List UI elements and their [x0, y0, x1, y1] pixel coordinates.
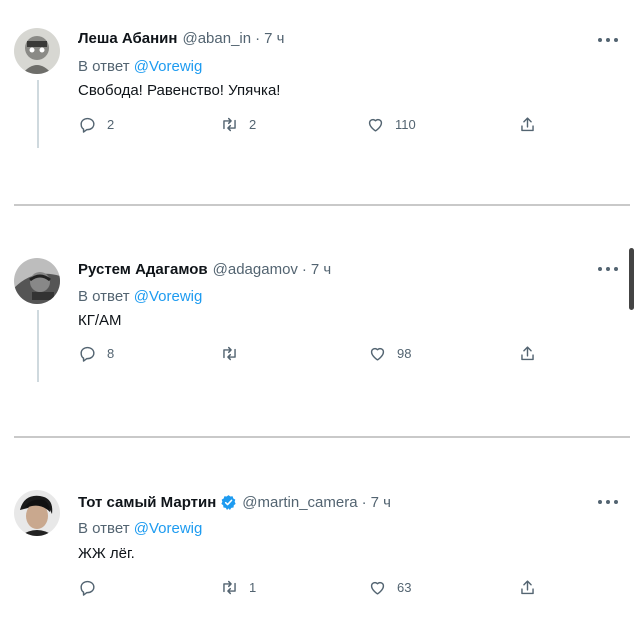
- separator-dot: ·: [361, 494, 367, 511]
- thread-line: [37, 310, 39, 382]
- tweet-text: КГ/АМ: [78, 312, 122, 329]
- reply-count: 8: [107, 346, 115, 361]
- retweet-button[interactable]: 2: [220, 115, 256, 134]
- tweet-actions: 8 98: [78, 344, 548, 364]
- tweet-header: Тот самый Мартин @martin_camera · 7 ч: [78, 494, 391, 511]
- tweet-3[interactable]: Тот самый Мартин @martin_camera · 7 ч В …: [0, 440, 640, 624]
- reply-context: В ответ @Vorewig: [78, 520, 202, 537]
- avatar[interactable]: [14, 28, 60, 74]
- retweet-icon: [223, 346, 236, 361]
- tweet-header: Рустем Адагамов @adagamov · 7 ч: [78, 261, 331, 278]
- share-button[interactable]: [518, 578, 537, 597]
- reply-button[interactable]: [78, 578, 107, 597]
- separator-dot: ·: [255, 30, 261, 47]
- tweet-divider: [14, 204, 630, 206]
- reply-prefix: В ответ: [78, 58, 130, 75]
- reply-context: В ответ @Vorewig: [78, 288, 202, 305]
- avatar[interactable]: [14, 258, 60, 304]
- reply-prefix: В ответ: [78, 520, 130, 537]
- heart-icon: [370, 347, 385, 361]
- reply-icon: [80, 117, 95, 133]
- tweet-text: Свобода! Равенство! Упячка!: [78, 82, 281, 99]
- share-icon: [521, 580, 534, 595]
- reply-count: 2: [107, 117, 115, 132]
- tweet-divider: [14, 436, 630, 438]
- more-icon[interactable]: [598, 35, 618, 45]
- scrollbar-thumb[interactable]: [629, 248, 634, 310]
- reply-context: В ответ @Vorewig: [78, 58, 202, 75]
- reply-mention-link[interactable]: @Vorewig: [134, 288, 203, 305]
- author-name[interactable]: Рустем Адагамов: [78, 261, 208, 278]
- timestamp[interactable]: 7 ч: [311, 261, 331, 278]
- avatar-image: [14, 490, 60, 536]
- author-handle[interactable]: @martin_camera: [242, 494, 357, 511]
- timestamp[interactable]: 7 ч: [264, 30, 284, 47]
- reply-button[interactable]: 8: [78, 344, 114, 363]
- reply-button[interactable]: 2: [78, 115, 114, 134]
- retweet-count: 2: [249, 117, 257, 132]
- author-name[interactable]: Тот самый Мартин: [78, 494, 216, 511]
- author-handle[interactable]: @aban_in: [182, 30, 251, 47]
- reply-icon: [80, 580, 95, 596]
- reply-prefix: В ответ: [78, 288, 130, 305]
- share-button[interactable]: [518, 344, 537, 363]
- like-count: 98: [397, 346, 412, 361]
- avatar-image: [14, 258, 60, 304]
- tweet-text: ЖЖ лёг.: [78, 545, 135, 562]
- reply-mention-link[interactable]: @Vorewig: [134, 58, 203, 75]
- tweet-actions: 1 63: [78, 578, 548, 598]
- retweet-button[interactable]: 1: [220, 578, 256, 597]
- thread-line: [37, 80, 39, 148]
- like-button[interactable]: 110: [366, 115, 416, 134]
- reply-mention-link[interactable]: @Vorewig: [134, 520, 203, 537]
- retweet-count: 1: [249, 580, 257, 595]
- tweet-1[interactable]: Леша Абанин @aban_in · 7 ч В ответ @Vore…: [0, 0, 640, 200]
- share-button[interactable]: [518, 115, 537, 134]
- author-handle[interactable]: @adagamov: [213, 261, 298, 278]
- share-icon: [521, 346, 534, 361]
- tweet-2[interactable]: Рустем Адагамов @adagamov · 7 ч В ответ …: [0, 208, 640, 434]
- avatar-image: [14, 28, 60, 74]
- like-count: 110: [395, 117, 416, 132]
- tweet-header: Леша Абанин @aban_in · 7 ч: [78, 30, 284, 47]
- timestamp[interactable]: 7 ч: [371, 494, 391, 511]
- retweet-icon: [223, 117, 236, 132]
- author-name[interactable]: Леша Абанин: [78, 30, 177, 47]
- like-button[interactable]: 63: [368, 578, 411, 597]
- like-button[interactable]: 98: [368, 344, 411, 363]
- heart-icon: [370, 581, 385, 595]
- share-icon: [521, 117, 534, 132]
- retweet-icon: [223, 580, 236, 595]
- more-icon[interactable]: [598, 497, 618, 507]
- like-count: 63: [397, 580, 412, 595]
- avatar[interactable]: [14, 490, 60, 536]
- tweet-actions: 2 2 110: [78, 115, 548, 135]
- retweet-button[interactable]: [220, 344, 249, 363]
- more-icon[interactable]: [598, 264, 618, 274]
- separator-dot: ·: [301, 261, 307, 278]
- verified-badge-icon: [221, 495, 236, 510]
- heart-icon: [368, 118, 383, 132]
- reply-icon: [80, 346, 95, 362]
